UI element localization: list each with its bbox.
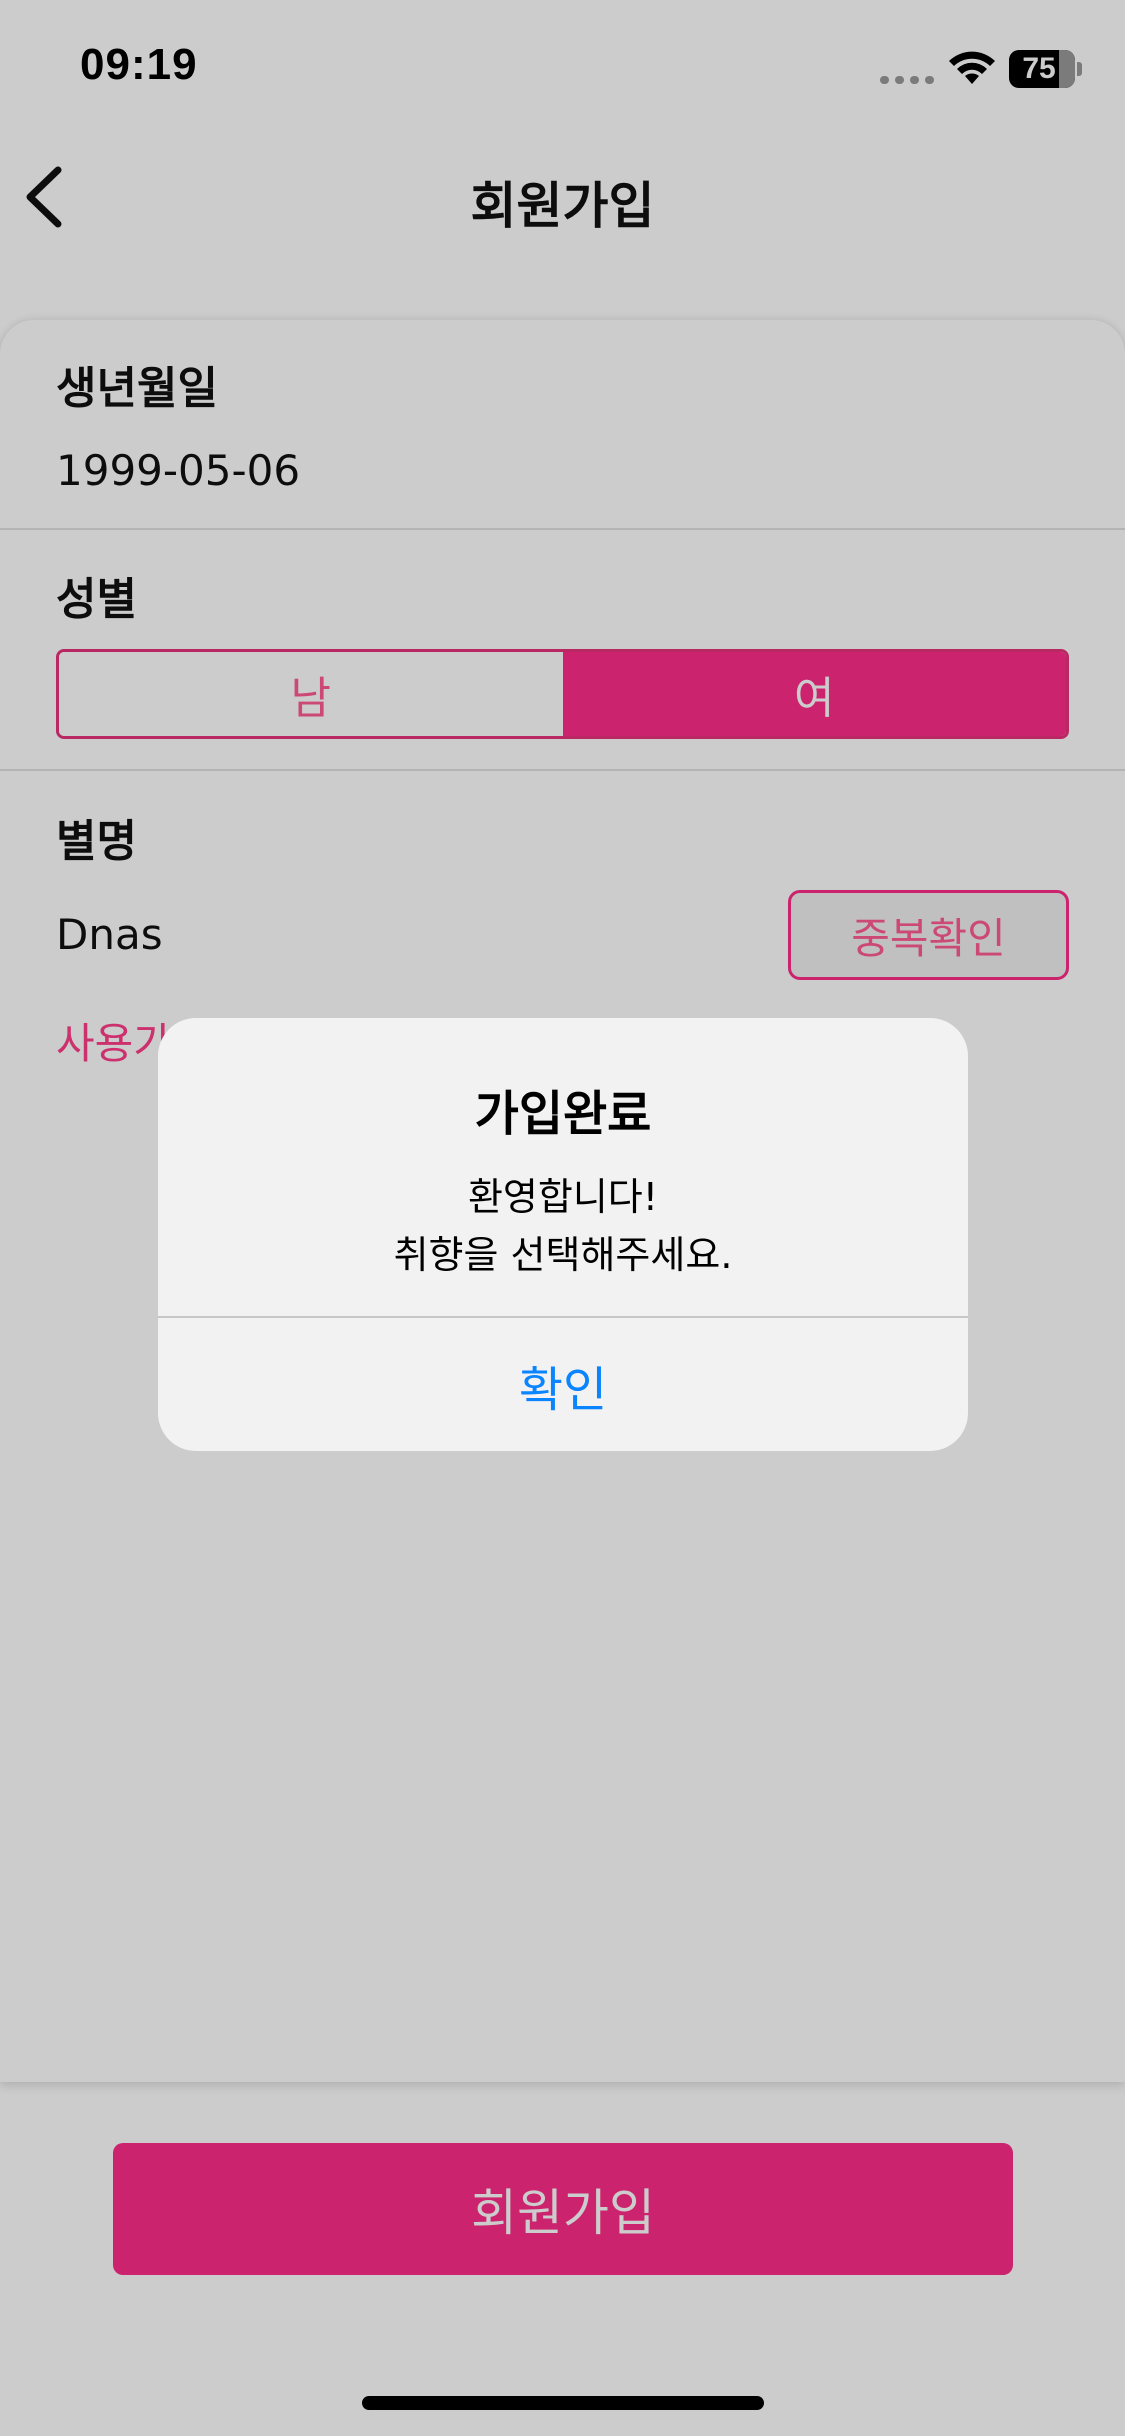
home-indicator [362,2396,764,2410]
alert-message-line: 환영합니다! [467,1175,659,1219]
signup-screen: 09:19 75 회원가입 생년월일 1999-05-06 성별 남 여 별명 … [0,0,1125,2436]
alert-message-line: 취향을 선택해주세요. [393,1233,733,1277]
alert-title: 가입완료 [474,1086,652,1142]
alert-confirm-button[interactable]: 확인 [158,1318,968,1451]
signup-complete-alert: 가입완료 환영합니다! 취향을 선택해주세요. 확인 [158,1018,968,1451]
